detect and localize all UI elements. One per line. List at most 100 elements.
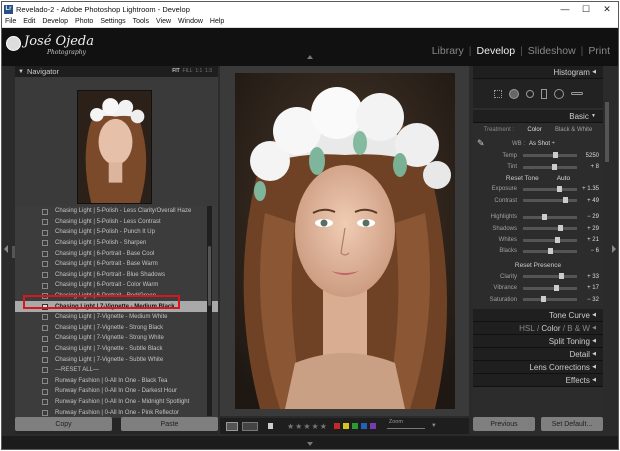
preset-item[interactable]: Chasing Light | 7-Vignette - Subtle Blac… — [15, 343, 218, 355]
preset-item[interactable]: Chasing Light | 7-Vignette - Medium Whit… — [15, 311, 218, 323]
saturation-value[interactable]: − 32 — [581, 297, 599, 303]
right-panel-scroll-thumb[interactable] — [605, 102, 609, 162]
eyedropper-icon[interactable]: ✎ — [477, 138, 491, 149]
preset-item[interactable]: —RESET ALL— — [15, 364, 218, 376]
exposure-value[interactable]: + 1.35 — [581, 186, 599, 192]
adjustment-brush-icon[interactable] — [570, 92, 583, 95]
flag-icon[interactable] — [268, 423, 273, 429]
temp-slider[interactable] — [523, 152, 577, 159]
preset-item[interactable]: Chasing Light | 7-Vignette - Strong Blac… — [15, 322, 218, 334]
preset-item[interactable]: Chasing Light | 5-Polish - Punch It Up — [15, 227, 218, 238]
navigator-thumbnail[interactable] — [77, 90, 152, 204]
blacks-value[interactable]: − 6 — [581, 248, 599, 254]
preset-item[interactable]: Chasing Light | 6-Portrait - Base Cool — [15, 248, 218, 259]
clarity-slider[interactable] — [523, 273, 577, 280]
zoom-fill[interactable]: FILL — [183, 68, 193, 74]
navigator-view[interactable] — [15, 77, 218, 209]
menu-file[interactable]: File — [5, 18, 16, 25]
hsl-tab[interactable]: HSL — [519, 324, 535, 333]
red-eye-icon[interactable] — [525, 89, 534, 98]
maximize-icon[interactable]: ☐ — [576, 2, 596, 16]
filmstrip-toggle-icon[interactable] — [307, 442, 313, 446]
loupe-view-icon[interactable] — [226, 421, 238, 431]
module-develop[interactable]: Develop — [477, 45, 516, 57]
auto-tone-button[interactable]: Auto — [557, 175, 570, 184]
saturation-slider[interactable] — [523, 296, 577, 303]
menu-develop[interactable]: Develop — [42, 18, 68, 25]
menu-edit[interactable]: Edit — [23, 18, 35, 25]
minimize-icon[interactable]: — — [555, 2, 575, 16]
right-panel-toggle-icon[interactable] — [612, 245, 616, 253]
tint-slider[interactable] — [523, 163, 577, 170]
menu-window[interactable]: Window — [178, 18, 203, 25]
clarity-value[interactable]: + 33 — [581, 274, 599, 280]
crop-tool-icon[interactable] — [493, 89, 502, 98]
presets-scrollbar[interactable] — [207, 206, 212, 416]
menu-tools[interactable]: Tools — [133, 18, 149, 25]
preset-item[interactable]: Runway Fashion | 0-All In One - Darkest … — [15, 386, 218, 397]
preset-item[interactable]: Runway Fashion | 0-All In One - Midnight… — [15, 396, 218, 408]
zoom-slider[interactable] — [386, 428, 425, 429]
whites-slider[interactable] — [523, 236, 577, 243]
detail-header[interactable]: Detail ◀ — [473, 348, 603, 362]
highlights-slider[interactable] — [523, 213, 577, 220]
top-panel-toggle-icon[interactable] — [307, 55, 313, 59]
module-library[interactable]: Library — [432, 45, 464, 57]
star-rating[interactable]: ★★★★★ — [287, 422, 328, 431]
shadows-value[interactable]: + 29 — [581, 226, 599, 232]
radial-filter-icon[interactable] — [553, 88, 564, 99]
menu-view[interactable]: View — [156, 18, 171, 25]
temp-value[interactable]: 5250 — [581, 153, 599, 159]
zoom-1-1[interactable]: 1:1 — [195, 68, 202, 74]
toolbar-menu-icon[interactable]: ▼ — [431, 423, 437, 429]
color-tab[interactable]: Color — [541, 324, 560, 333]
hsl-header[interactable]: HSL / Color / B & W ◀ — [473, 322, 603, 336]
bw-tab[interactable]: B & W — [567, 324, 590, 333]
left-panel-toggle-icon[interactable] — [4, 245, 8, 253]
blacks-slider[interactable] — [523, 247, 577, 254]
preset-item[interactable]: Chasing Light | 7-Vignette - Subtle Whit… — [15, 354, 218, 365]
contrast-value[interactable]: + 49 — [581, 198, 599, 204]
reset-tone-label[interactable]: Reset Tone — [506, 175, 539, 184]
effects-header[interactable]: Effects ◀ — [473, 374, 603, 388]
presets-scroll-thumb[interactable] — [208, 246, 211, 306]
menu-photo[interactable]: Photo — [75, 18, 93, 25]
lens-corrections-header[interactable]: Lens Corrections ◀ — [473, 361, 603, 375]
exposure-slider[interactable] — [523, 185, 577, 192]
preset-item[interactable]: Chasing Light | 6-Portrait - Color Warm — [15, 280, 218, 291]
preset-item[interactable]: Chasing Light | 5-Polish - Sharpen — [15, 237, 218, 249]
presence-section-header[interactable]: Reset Presence — [473, 260, 603, 271]
purple-label-icon[interactable] — [369, 423, 376, 429]
copy-button[interactable]: Copy — [15, 417, 112, 431]
treatment-color-option[interactable]: Color — [527, 127, 541, 133]
basic-header[interactable]: Basic ▼ — [473, 110, 603, 123]
paste-button[interactable]: Paste — [121, 417, 218, 431]
red-label-icon[interactable] — [333, 423, 340, 429]
close-icon[interactable]: ✕ — [597, 2, 617, 16]
menu-help[interactable]: Help — [210, 18, 224, 25]
zoom-fit[interactable]: FIT — [172, 68, 180, 74]
vibrance-slider[interactable] — [523, 284, 577, 291]
preset-item[interactable]: Chasing Light | 6-Portrait - Base Warm — [15, 258, 218, 270]
shadows-slider[interactable] — [523, 225, 577, 232]
highlights-value[interactable]: − 29 — [581, 214, 599, 220]
zoom-control[interactable]: Zoom — [386, 419, 427, 433]
tone-curve-header[interactable]: Tone Curve ◀ — [473, 309, 603, 323]
menu-settings[interactable]: Settings — [100, 18, 125, 25]
blue-label-icon[interactable] — [360, 423, 367, 429]
preset-item[interactable]: Chasing Light | 5-Polish - Less Contrast — [15, 216, 218, 228]
previous-button[interactable]: Previous — [473, 417, 535, 431]
module-print[interactable]: Print — [588, 45, 610, 57]
preset-item[interactable]: Chasing Light | 7-Vignette - Strong Whit… — [15, 333, 218, 344]
yellow-label-icon[interactable] — [342, 423, 349, 429]
vibrance-value[interactable]: + 17 — [581, 285, 599, 291]
histogram-header[interactable]: Histogram ◀ — [473, 66, 603, 79]
preset-item[interactable]: Chasing Light | 6-Portrait - Blue Shadow… — [15, 269, 218, 281]
green-label-icon[interactable] — [351, 423, 358, 429]
before-after-view-icon[interactable] — [242, 421, 258, 431]
preset-item[interactable]: Chasing Light | 5-Polish - Less Clarity/… — [15, 206, 218, 217]
split-toning-header[interactable]: Split Toning ◀ — [473, 335, 603, 349]
whites-value[interactable]: + 21 — [581, 237, 599, 243]
tint-value[interactable]: + 8 — [581, 164, 599, 170]
navigator-header[interactable]: ▼ Navigator FIT FILL 1:1 1:3 — [15, 66, 218, 77]
